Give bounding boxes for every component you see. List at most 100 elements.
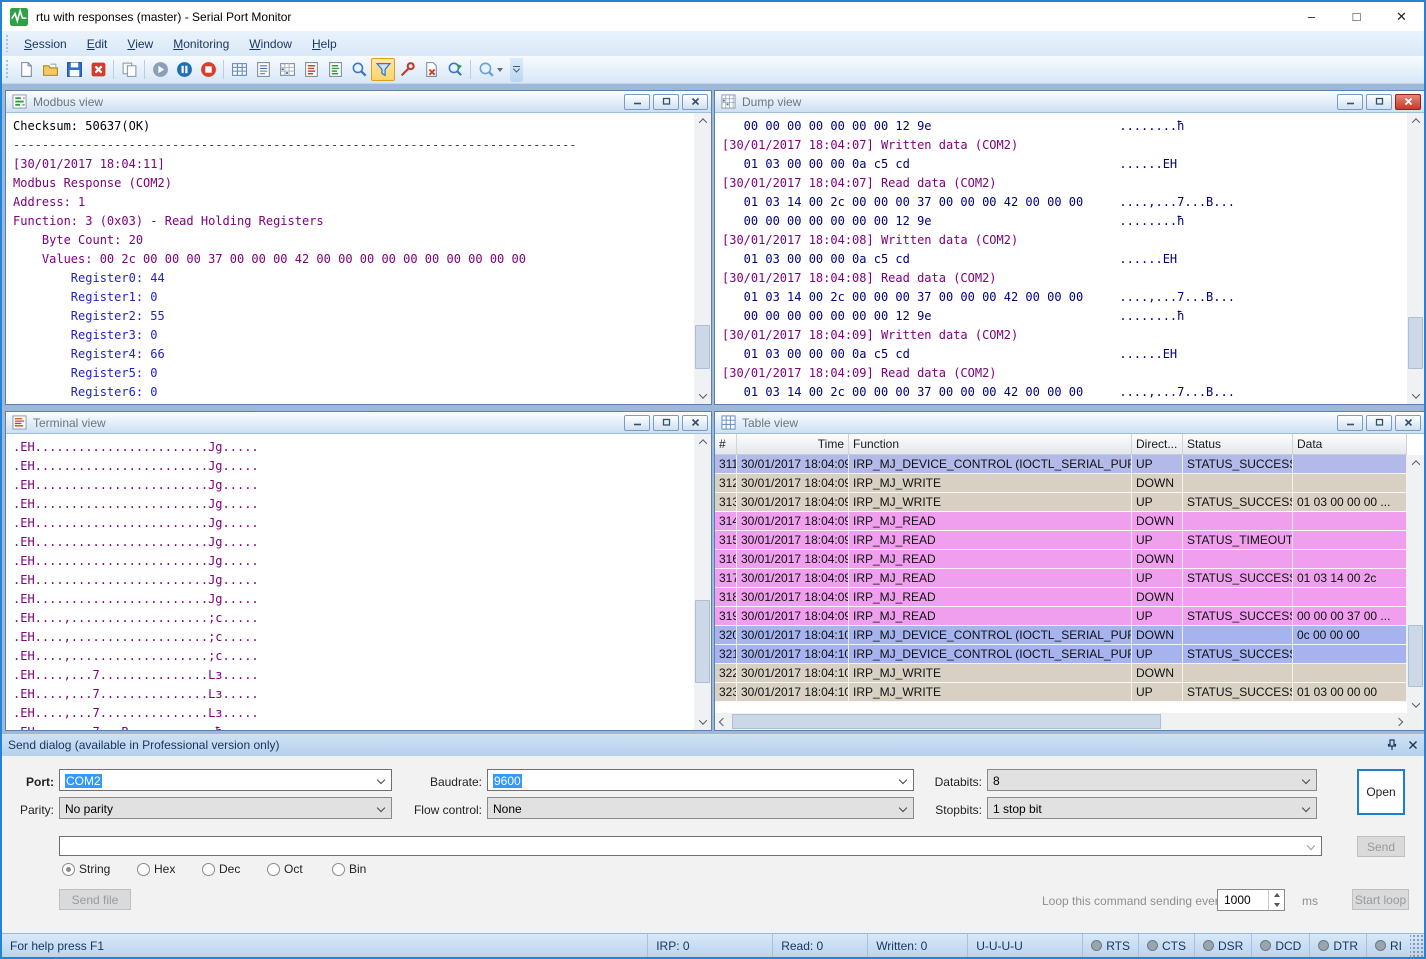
spinner-arrows[interactable] xyxy=(1268,890,1284,910)
flow-control-combobox[interactable]: None xyxy=(487,797,914,819)
table-minimize-button[interactable] xyxy=(1337,415,1363,431)
terminal-restore-button[interactable] xyxy=(653,415,679,431)
menu-item-edit[interactable]: Edit xyxy=(77,33,118,55)
radio-oct[interactable]: Oct xyxy=(267,862,303,876)
toolbar-separator xyxy=(113,60,114,79)
pause-monitoring-button[interactable] xyxy=(172,58,196,81)
menu-item-view[interactable]: View xyxy=(117,33,163,55)
close-session-button[interactable] xyxy=(86,58,110,81)
radio-button-icon[interactable] xyxy=(267,863,280,876)
dump-restore-button[interactable] xyxy=(1366,94,1392,110)
table-column-header[interactable]: Time xyxy=(737,434,849,454)
dump-view-button[interactable] xyxy=(275,58,299,81)
table-row[interactable]: 31830/01/2017 18:04:09IRP_MJ_READDOWN xyxy=(715,588,1407,607)
terminal-vscrollbar[interactable] xyxy=(694,434,711,730)
find-button[interactable] xyxy=(347,58,371,81)
copy-button[interactable] xyxy=(117,58,141,81)
dump-vscrollbar[interactable] xyxy=(1407,113,1424,404)
radio-hex[interactable]: Hex xyxy=(137,862,175,876)
filter-setup-button[interactable] xyxy=(395,58,419,81)
table-row[interactable]: 31730/01/2017 18:04:09IRP_MJ_READUPSTATU… xyxy=(715,569,1407,588)
cell-time: 30/01/2017 18:04:10 xyxy=(737,664,849,683)
terminal-view-button[interactable] xyxy=(299,58,323,81)
stopbits-combobox[interactable]: 1 stop bit xyxy=(987,797,1317,819)
radio-button-icon[interactable] xyxy=(62,863,75,876)
table-hscrollbar[interactable] xyxy=(715,713,1407,730)
cell-time: 30/01/2017 18:04:09 xyxy=(737,493,849,512)
terminal-close-button[interactable] xyxy=(682,415,708,431)
dump-minimize-button[interactable] xyxy=(1337,94,1363,110)
table-row[interactable]: 32130/01/2017 18:04:10IRP_MJ_DEVICE_CONT… xyxy=(715,645,1407,664)
table-row[interactable]: 32330/01/2017 18:04:10IRP_MJ_WRITEUPSTAT… xyxy=(715,683,1407,702)
port-combobox[interactable]: COM2 xyxy=(59,769,392,791)
databits-combobox[interactable]: 8 xyxy=(987,769,1317,791)
radio-button-icon[interactable] xyxy=(202,863,215,876)
send-button[interactable]: Send xyxy=(1357,836,1405,857)
table-vscrollbar[interactable] xyxy=(1407,455,1424,713)
menu-item-monitoring[interactable]: Monitoring xyxy=(163,33,239,55)
menu-item-session[interactable]: Session xyxy=(14,33,77,55)
clear-button[interactable] xyxy=(419,58,443,81)
table-column-header[interactable]: Function xyxy=(849,434,1132,454)
modbus-close-button[interactable] xyxy=(682,94,708,110)
table-column-header[interactable]: # xyxy=(715,434,737,454)
table-row[interactable]: 31930/01/2017 18:04:09IRP_MJ_READUPSTATU… xyxy=(715,607,1407,626)
radio-button-icon[interactable] xyxy=(137,863,150,876)
radio-bin[interactable]: Bin xyxy=(332,862,366,876)
maximize-button[interactable]: □ xyxy=(1334,2,1379,31)
spin-up-icon[interactable] xyxy=(1274,893,1280,897)
baudrate-combobox[interactable]: 9600 xyxy=(487,769,914,791)
new-session-button[interactable] xyxy=(14,58,38,81)
loop-interval-spinner[interactable]: 1000 xyxy=(1217,889,1285,911)
table-column-header[interactable]: Status xyxy=(1183,434,1293,454)
toolbar-overflow-button[interactable] xyxy=(510,58,523,82)
save-session-button[interactable] xyxy=(62,58,86,81)
radio-button-icon[interactable] xyxy=(332,863,345,876)
table-column-header[interactable]: Direct... xyxy=(1132,434,1183,454)
cell-data xyxy=(1293,531,1407,550)
cell-dir: UP xyxy=(1132,645,1183,664)
minimize-button[interactable]: – xyxy=(1289,2,1334,31)
table-row[interactable]: 31330/01/2017 18:04:09IRP_MJ_WRITEUPSTAT… xyxy=(715,493,1407,512)
menu-item-help[interactable]: Help xyxy=(302,33,347,55)
indicator-ri: RI xyxy=(1366,934,1410,957)
table-header[interactable]: #TimeFunctionDirect...StatusData xyxy=(715,434,1407,455)
modbus-restore-button[interactable] xyxy=(653,94,679,110)
spin-down-icon[interactable] xyxy=(1274,903,1280,907)
find-next-button[interactable] xyxy=(443,58,467,81)
table-row[interactable]: 31230/01/2017 18:04:09IRP_MJ_WRITEDOWN xyxy=(715,474,1407,493)
table-row[interactable]: 31430/01/2017 18:04:09IRP_MJ_READDOWN xyxy=(715,512,1407,531)
table-close-button[interactable] xyxy=(1395,415,1421,431)
table-row[interactable]: 32030/01/2017 18:04:10IRP_MJ_DEVICE_CONT… xyxy=(715,626,1407,645)
table-column-header[interactable]: Data xyxy=(1293,434,1407,454)
filter-button[interactable] xyxy=(371,58,395,81)
command-input[interactable] xyxy=(59,836,1322,856)
modbus-vscrollbar[interactable] xyxy=(694,113,711,404)
terminal-minimize-button[interactable] xyxy=(624,415,650,431)
modbus-minimize-button[interactable] xyxy=(624,94,650,110)
send-dialog-close-icon[interactable] xyxy=(1408,740,1418,750)
start-loop-button[interactable]: Start loop xyxy=(1352,889,1409,910)
open-session-button[interactable] xyxy=(38,58,62,81)
radio-dec[interactable]: Dec xyxy=(202,862,240,876)
pin-icon[interactable] xyxy=(1386,739,1398,751)
table-row[interactable]: 31130/01/2017 18:04:09IRP_MJ_DEVICE_CONT… xyxy=(715,455,1407,474)
resize-grip[interactable] xyxy=(1410,934,1424,957)
table-row[interactable]: 32230/01/2017 18:04:10IRP_MJ_WRITEDOWN xyxy=(715,664,1407,683)
stop-monitoring-button[interactable] xyxy=(196,58,220,81)
table-view-button[interactable] xyxy=(227,58,251,81)
table-row[interactable]: 31530/01/2017 18:04:09IRP_MJ_READUPSTATU… xyxy=(715,531,1407,550)
table-restore-button[interactable] xyxy=(1366,415,1392,431)
radio-string[interactable]: String xyxy=(62,862,110,876)
start-monitoring-button[interactable] xyxy=(148,58,172,81)
line-view-button[interactable] xyxy=(251,58,275,81)
open-button[interactable]: Open xyxy=(1357,769,1405,815)
send-file-button[interactable]: Send file xyxy=(59,889,131,910)
menu-item-window[interactable]: Window xyxy=(239,33,302,55)
table-row[interactable]: 31630/01/2017 18:04:09IRP_MJ_READDOWN xyxy=(715,550,1407,569)
close-button[interactable]: ✕ xyxy=(1379,2,1424,31)
modbus-view-button[interactable] xyxy=(323,58,347,81)
dump-close-button[interactable] xyxy=(1395,94,1421,110)
zoom-button[interactable] xyxy=(474,58,506,81)
parity-combobox[interactable]: No parity xyxy=(59,797,392,819)
